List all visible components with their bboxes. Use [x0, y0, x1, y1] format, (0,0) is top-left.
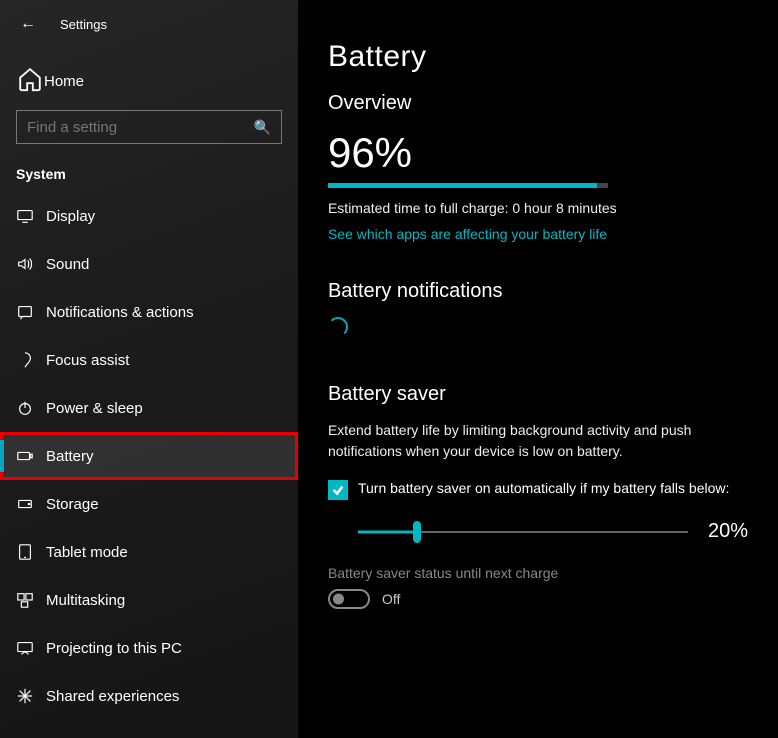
sidebar-item-label: Multitasking — [46, 592, 125, 609]
home-label: Home — [44, 73, 84, 90]
sidebar-item-shared-experiences[interactable]: Shared experiences — [0, 672, 298, 720]
sidebar-item-projecting[interactable]: Projecting to this PC — [0, 624, 298, 672]
sidebar-item-label: Battery — [46, 448, 94, 465]
storage-icon — [16, 495, 46, 513]
notifications-heading: Battery notifications — [328, 280, 748, 303]
sidebar-item-storage[interactable]: Storage — [0, 480, 298, 528]
slider-value: 20% — [708, 520, 748, 543]
battery-saver-description: Extend battery life by limiting backgrou… — [328, 420, 748, 462]
sidebar-item-label: Storage — [46, 496, 99, 513]
sidebar-item-label: Shared experiences — [46, 688, 179, 705]
battery-apps-link[interactable]: See which apps are affecting your batter… — [328, 226, 607, 242]
sidebar-section-title: System — [0, 144, 298, 192]
toggle-state-text: Off — [382, 591, 400, 607]
home-button[interactable]: Home — [0, 58, 298, 104]
sidebar-item-focus-assist[interactable]: Focus assist — [0, 336, 298, 384]
power-icon — [16, 399, 46, 417]
saver-status-toggle[interactable] — [328, 589, 370, 609]
battery-threshold-slider[interactable] — [358, 522, 688, 542]
overview-heading: Overview — [328, 92, 748, 115]
sidebar-item-display[interactable]: Display — [0, 192, 298, 240]
focus-assist-icon — [16, 351, 46, 369]
sidebar-item-multitasking[interactable]: Multitasking — [0, 576, 298, 624]
sound-icon — [16, 255, 46, 273]
slider-thumb[interactable] — [413, 521, 421, 543]
search-input[interactable]: 🔍 — [16, 110, 282, 144]
sidebar-item-label: Projecting to this PC — [46, 640, 182, 657]
titlebar: ← Settings — [0, 0, 298, 48]
battery-saver-heading: Battery saver — [328, 383, 748, 406]
projecting-icon — [16, 639, 46, 657]
search-field[interactable] — [27, 119, 254, 136]
battery-percentage: 96% — [328, 129, 748, 177]
sidebar-item-label: Sound — [46, 256, 89, 273]
home-icon — [16, 65, 44, 98]
sidebar-item-tablet-mode[interactable]: Tablet mode — [0, 528, 298, 576]
saver-status-label: Battery saver status until next charge — [328, 565, 748, 581]
charge-time-text: Estimated time to full charge: 0 hour 8 … — [328, 200, 748, 216]
sidebar-item-label: Tablet mode — [46, 544, 128, 561]
sidebar-item-power-sleep[interactable]: Power & sleep — [0, 384, 298, 432]
search-icon: 🔍 — [254, 119, 271, 136]
sidebar-item-label: Display — [46, 208, 95, 225]
sidebar-item-battery[interactable]: Battery — [0, 432, 298, 480]
auto-saver-checkbox[interactable] — [328, 480, 348, 500]
sidebar-item-notifications[interactable]: Notifications & actions — [0, 288, 298, 336]
loading-spinner-icon — [328, 317, 348, 337]
page-title: Battery — [328, 40, 748, 74]
battery-icon — [16, 447, 46, 465]
sidebar-item-sound[interactable]: Sound — [0, 240, 298, 288]
multitasking-icon — [16, 591, 46, 609]
sidebar: ← Settings Home 🔍 System Display Sound — [0, 0, 298, 738]
battery-progress — [328, 183, 608, 188]
main-content: Battery Overview 96% Estimated time to f… — [298, 0, 778, 738]
sidebar-item-label: Focus assist — [46, 352, 129, 369]
tablet-icon — [16, 543, 46, 561]
sidebar-item-label: Power & sleep — [46, 400, 143, 417]
window-title: Settings — [60, 17, 107, 32]
display-icon — [16, 207, 46, 225]
auto-saver-label: Turn battery saver on automatically if m… — [358, 480, 729, 496]
sidebar-item-label: Notifications & actions — [46, 304, 194, 321]
shared-icon — [16, 687, 46, 705]
back-icon[interactable]: ← — [18, 15, 38, 33]
notifications-icon — [16, 303, 46, 321]
